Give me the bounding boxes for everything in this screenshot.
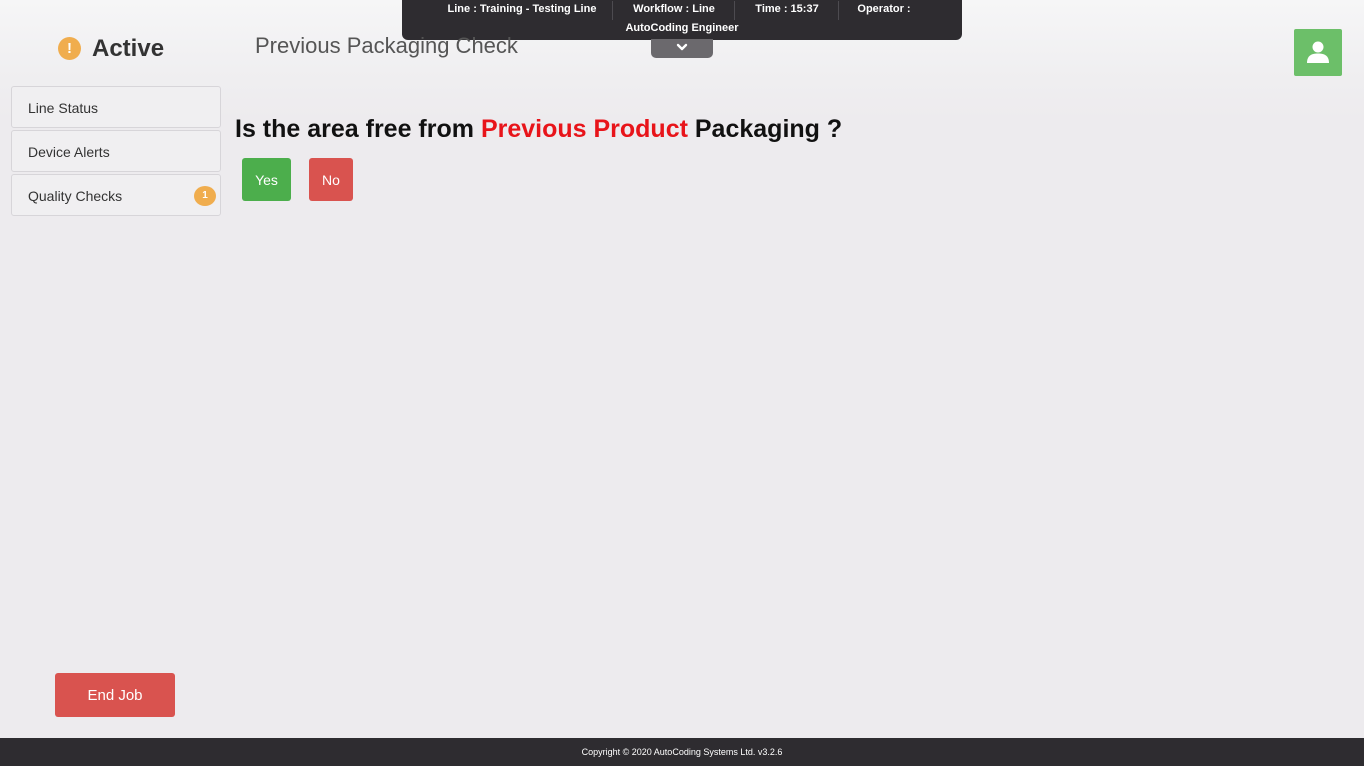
footer: Copyright © 2020 AutoCoding Systems Ltd.…	[0, 738, 1364, 766]
info-time: Time : 15:37	[755, 3, 819, 15]
exclamation-circle-icon: !	[58, 37, 81, 60]
info-separator	[734, 1, 735, 20]
info-workflow: Workflow : Line	[633, 3, 715, 15]
question-highlight: Previous Product	[480, 115, 688, 143]
question-suffix: Packaging ?	[687, 115, 843, 143]
sidebar-item-line-status[interactable]: Line Status	[11, 86, 221, 128]
yes-button[interactable]: Yes	[242, 158, 291, 201]
sidebar: Line Status Device Alerts Quality Checks…	[11, 86, 223, 218]
footer-copyright: Copyright © 2020 AutoCoding Systems Ltd.…	[581, 747, 783, 757]
user-icon	[1307, 41, 1329, 63]
end-job-button[interactable]: End Job	[55, 673, 175, 717]
question-prefix: Is the area free from	[235, 115, 481, 143]
info-separator	[838, 1, 839, 20]
sidebar-item-label: Device Alerts	[28, 144, 110, 160]
quality-checks-badge: 1	[194, 186, 216, 206]
sidebar-item-quality-checks[interactable]: Quality Checks 1	[11, 174, 221, 216]
sidebar-item-label: Line Status	[28, 100, 99, 116]
info-row: Line : Training - Testing Line Workflow …	[402, 0, 962, 20]
info-separator	[612, 1, 613, 20]
chevron-down-icon	[676, 43, 688, 51]
page-title: Previous Packaging Check	[255, 33, 518, 58]
info-operator: Operator :	[857, 3, 911, 15]
sidebar-item-label: Quality Checks	[28, 188, 123, 204]
info-line: Line : Training - Testing Line	[447, 3, 597, 15]
info-bar-toggle[interactable]	[651, 39, 713, 58]
sidebar-item-device-alerts[interactable]: Device Alerts	[11, 130, 221, 172]
app-page: Line : Training - Testing Line Workflow …	[0, 0, 1364, 766]
check-question: Is the area free from Previous Product P…	[235, 114, 842, 144]
no-button[interactable]: No	[309, 158, 353, 201]
status-label: Active	[92, 35, 165, 62]
user-menu-button[interactable]	[1294, 29, 1342, 76]
